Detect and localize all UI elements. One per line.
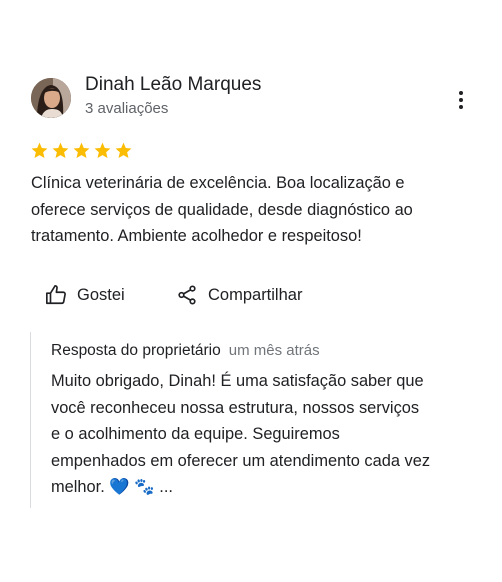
thumbs-up-icon: [46, 285, 66, 305]
owner-response: Resposta do proprietário um mês atrás Mui…: [30, 332, 483, 508]
more-options-button[interactable]: [450, 88, 472, 112]
star-icon: [72, 141, 91, 161]
expand-ellipsis[interactable]: ...: [159, 478, 173, 496]
review-card: Dinah Leão Marques 3 avaliações Clínica …: [0, 0, 502, 582]
reviewer-name[interactable]: Dinah Leão Marques: [85, 74, 261, 96]
like-button[interactable]: Gostei: [45, 282, 125, 308]
review-text: Clínica veterinária de excelência. Boa l…: [31, 174, 413, 245]
star-icon: [93, 141, 112, 161]
paw-prints-emoji: 🐾: [134, 478, 155, 496]
owner-response-header: Resposta do proprietário um mês atrás: [51, 342, 320, 360]
more-vert-icon-dot: [459, 98, 463, 102]
star-rating: [30, 141, 133, 161]
more-vert-icon: [459, 91, 463, 95]
star-icon: [51, 141, 70, 161]
avatar[interactable]: [31, 78, 71, 118]
owner-response-text: Muito obrigado, Dinah! É uma satisfação …: [51, 368, 481, 501]
like-label: Gostei: [77, 285, 125, 304]
star-icon: [114, 141, 133, 161]
share-label: Compartilhar: [208, 285, 303, 304]
owner-response-label: Resposta do proprietário: [51, 342, 221, 359]
more-vert-icon-dot: [459, 105, 463, 109]
owner-response-time: um mês atrás: [228, 342, 320, 359]
share-button[interactable]: Compartilhar: [176, 282, 302, 308]
review-count[interactable]: 3 avaliações: [85, 100, 168, 117]
owner-response-body: Muito obrigado, Dinah! É uma satisfação …: [51, 372, 431, 496]
star-icon: [30, 141, 49, 161]
share-icon: [178, 285, 196, 305]
blue-heart-emoji: 💙: [109, 478, 130, 496]
